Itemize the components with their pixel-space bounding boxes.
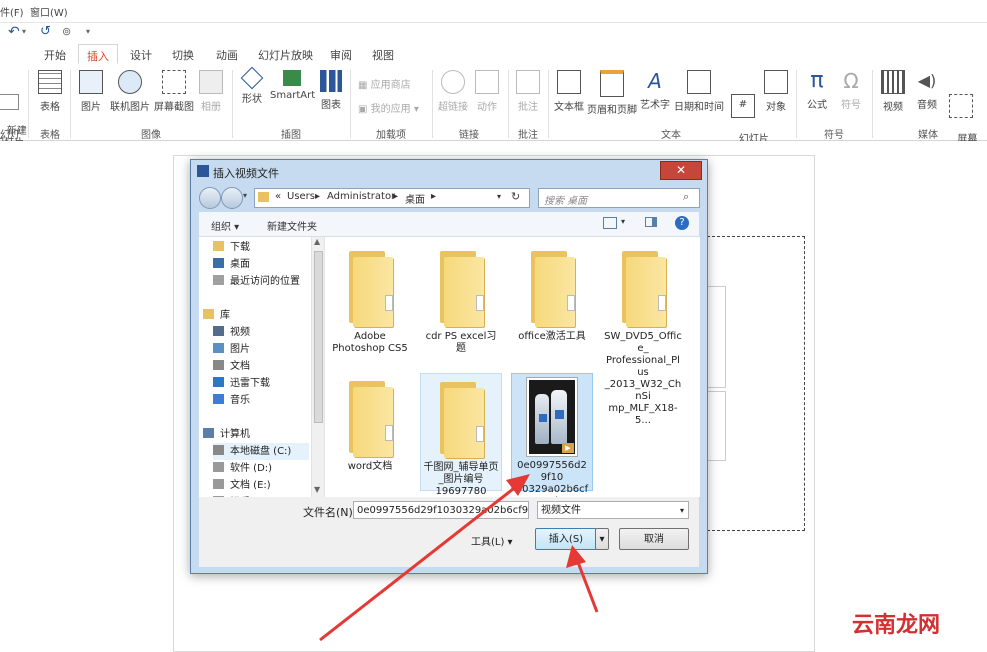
- watermark-text: 云南龙网: [852, 613, 941, 638]
- arrow-to-video-file: [319, 480, 523, 642]
- arrow-to-insert-button: [574, 556, 599, 613]
- annotation-arrows: [319, 474, 599, 642]
- arrowhead-icon: [566, 545, 586, 568]
